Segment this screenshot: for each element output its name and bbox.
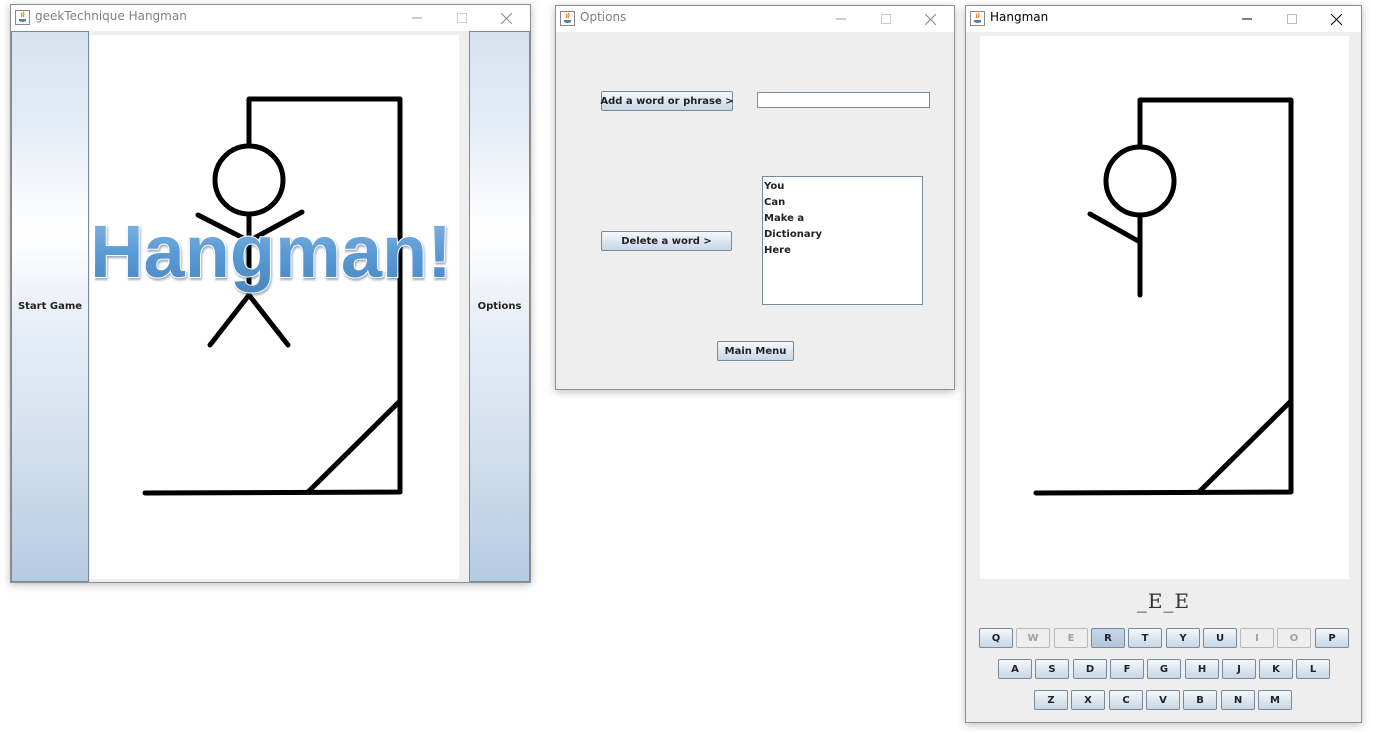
minimize-icon xyxy=(835,18,846,20)
gallows-drawing xyxy=(1033,97,1294,496)
letter-key-k[interactable]: K xyxy=(1259,659,1293,679)
maximize-button[interactable] xyxy=(1269,6,1314,32)
letter-key-t[interactable]: T xyxy=(1128,628,1162,648)
letter-key-q[interactable]: Q xyxy=(979,628,1013,648)
delete-word-button[interactable]: Delete a word > xyxy=(601,231,732,251)
add-word-input[interactable] xyxy=(757,92,930,108)
letter-key-a[interactable]: A xyxy=(998,659,1032,679)
maximize-icon xyxy=(1286,14,1297,24)
letter-key-o[interactable]: O xyxy=(1277,628,1311,648)
letter-key-z[interactable]: Z xyxy=(1034,690,1068,710)
minimize-button[interactable] xyxy=(1224,6,1269,32)
options-button[interactable]: Options xyxy=(469,31,530,582)
window-title: Hangman xyxy=(990,10,1049,24)
close-icon xyxy=(925,13,936,25)
logo-text: Hangman! xyxy=(90,210,452,293)
letter-key-j[interactable]: J xyxy=(1222,659,1256,679)
maximize-button[interactable] xyxy=(439,5,484,31)
java-app-icon xyxy=(970,11,985,26)
window-title: geekTechnique Hangman xyxy=(35,9,187,23)
letter-key-x[interactable]: X xyxy=(1071,690,1105,710)
maximize-icon xyxy=(880,14,891,24)
letter-key-d[interactable]: D xyxy=(1073,659,1107,679)
letter-key-y[interactable]: Y xyxy=(1166,628,1200,648)
options-window: Options Add a word or phrase > Delete a … xyxy=(555,5,955,390)
close-button[interactable] xyxy=(484,5,529,31)
splash-content: Start Game Hangman! Options xyxy=(11,31,530,582)
main-menu-button[interactable]: Main Menu xyxy=(717,341,794,361)
close-button[interactable] xyxy=(908,6,953,32)
java-app-icon xyxy=(15,10,30,25)
letter-key-r[interactable]: R xyxy=(1091,628,1125,648)
letter-key-m[interactable]: M xyxy=(1258,690,1292,710)
list-item[interactable]: Can xyxy=(764,195,921,211)
list-item[interactable]: Here xyxy=(764,243,921,259)
letter-key-f[interactable]: F xyxy=(1110,659,1144,679)
close-icon xyxy=(501,12,512,24)
options-titlebar[interactable]: Options xyxy=(556,6,954,32)
java-app-icon xyxy=(560,11,575,26)
minimize-icon xyxy=(1241,18,1252,20)
splash-window: geekTechnique Hangman Start Game Hangman… xyxy=(10,4,531,583)
minimize-icon xyxy=(411,17,422,19)
add-word-button[interactable]: Add a word or phrase > xyxy=(600,91,734,111)
close-icon xyxy=(1331,13,1342,25)
game-titlebar[interactable]: Hangman xyxy=(966,6,1361,32)
letter-key-c[interactable]: C xyxy=(1109,690,1143,710)
maximize-icon xyxy=(456,13,467,23)
letter-key-i[interactable]: I xyxy=(1240,628,1274,648)
splash-titlebar[interactable]: geekTechnique Hangman xyxy=(11,5,530,31)
letter-key-s[interactable]: S xyxy=(1035,659,1069,679)
letter-key-g[interactable]: G xyxy=(1147,659,1181,679)
maximize-button[interactable] xyxy=(863,6,908,32)
letter-key-u[interactable]: U xyxy=(1203,628,1237,648)
start-game-button[interactable]: Start Game xyxy=(11,31,89,582)
letter-key-v[interactable]: V xyxy=(1146,690,1180,710)
close-button[interactable] xyxy=(1314,6,1359,32)
letter-key-p[interactable]: P xyxy=(1315,628,1349,648)
letter-key-l[interactable]: L xyxy=(1296,659,1330,679)
letter-key-n[interactable]: N xyxy=(1221,690,1255,710)
minimize-button[interactable] xyxy=(818,6,863,32)
letter-key-h[interactable]: H xyxy=(1185,659,1219,679)
list-item[interactable]: Dictionary xyxy=(764,227,921,243)
splash-canvas: Hangman! xyxy=(90,35,459,579)
list-item[interactable]: You xyxy=(764,179,921,195)
dictionary-list[interactable]: You Can Make a Dictionary Here xyxy=(762,176,923,305)
minimize-button[interactable] xyxy=(394,5,439,31)
letter-key-w[interactable]: W xyxy=(1016,628,1050,648)
word-display: _E_E xyxy=(1136,589,1191,613)
game-canvas xyxy=(980,36,1349,579)
game-window: Hangman _E_E QWERTYUIOP ASDFGHJKL ZXCVBNM xyxy=(965,5,1362,723)
list-item[interactable]: Make a xyxy=(764,211,921,227)
window-title: Options xyxy=(580,10,627,24)
letter-key-b[interactable]: B xyxy=(1183,690,1217,710)
hangman-logo: Hangman! xyxy=(90,209,453,294)
letter-key-e[interactable]: E xyxy=(1054,628,1088,648)
